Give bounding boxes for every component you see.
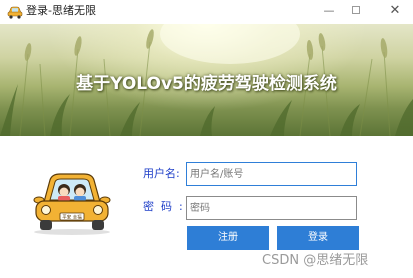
maximize-icon <box>352 6 360 14</box>
password-input[interactable] <box>186 196 357 220</box>
car-with-passengers-icon: 平安 幸福 <box>33 173 111 235</box>
username-input[interactable] <box>186 162 357 186</box>
watermark: CSDN @思绪无限 <box>262 253 369 268</box>
register-button[interactable]: 注册 <box>187 226 269 250</box>
window-title: 登录-思绪无限 <box>26 4 96 17</box>
header-banner: 基于YOLOv5的疲劳驾驶检测系统 <box>0 24 413 136</box>
close-button[interactable]: ✕ <box>382 2 408 20</box>
password-label: 密码: <box>143 200 190 213</box>
username-label: 用户名: <box>143 167 180 180</box>
minimize-button[interactable]: — <box>316 2 342 20</box>
license-plate-text: 平安 幸福 <box>62 214 82 221</box>
login-button[interactable]: 登录 <box>277 226 359 250</box>
car-icon <box>7 6 23 19</box>
system-title: 基于YOLOv5的疲劳驾驶检测系统 <box>76 74 337 94</box>
maximize-button[interactable] <box>343 2 369 20</box>
title-bar[interactable]: 登录-思绪无限 — ✕ <box>0 0 413 24</box>
login-window: 登录-思绪无限 — ✕ 基于YOLOv5的疲劳驾驶检测系统 平安 幸福 用户名:… <box>0 0 413 278</box>
